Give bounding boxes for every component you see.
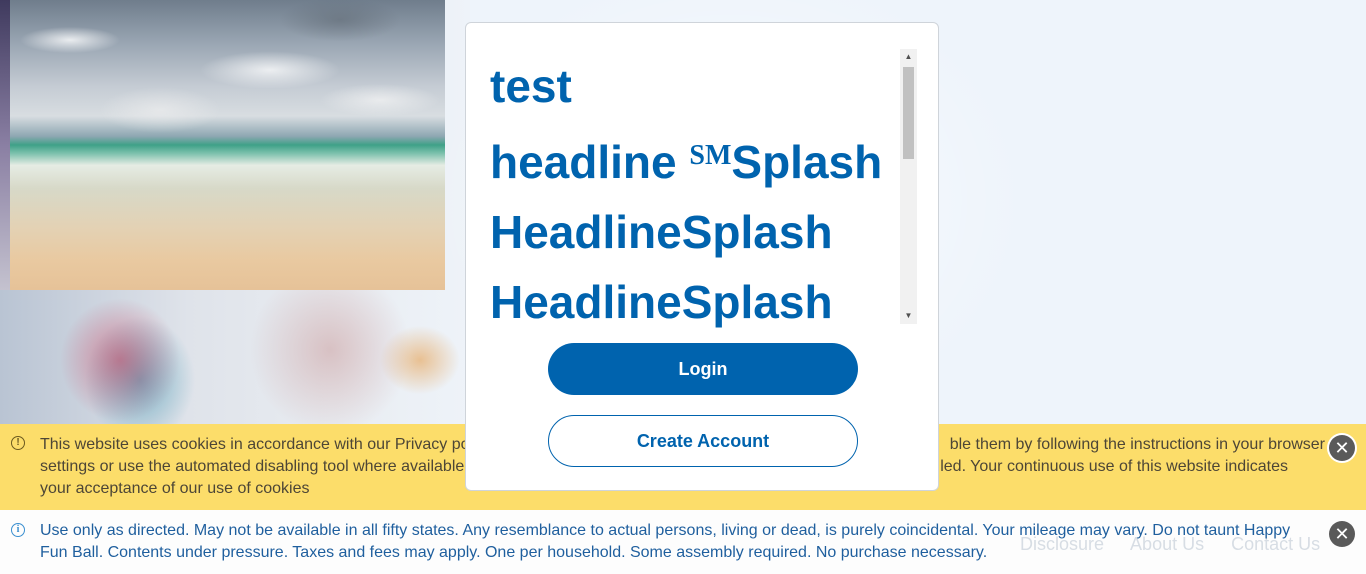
headline-line: HeadlineSplash	[490, 206, 833, 258]
headline-scroll-area[interactable]: test headline SMSplash HeadlineSplash He…	[490, 51, 918, 344]
scroll-thumb[interactable]	[903, 67, 914, 159]
headline-line: HeadlineSplash	[490, 276, 833, 328]
headline-scrollbar[interactable]: ▲ ▼	[900, 49, 917, 324]
splash-modal: test headline SMSplash HeadlineSplash He…	[465, 22, 939, 491]
scroll-up-arrow-icon[interactable]: ▲	[900, 49, 917, 65]
close-icon[interactable]: ✕	[1329, 521, 1355, 547]
headline: test headline SMSplash HeadlineSplash He…	[490, 51, 900, 337]
create-account-button[interactable]: Create Account	[548, 415, 858, 467]
login-button[interactable]: Login	[548, 343, 858, 395]
service-mark: SM	[689, 140, 732, 171]
headline-line: headline SMSplash	[490, 136, 883, 188]
close-icon[interactable]: ✕	[1329, 435, 1355, 461]
beach-image	[10, 0, 445, 290]
info-icon: i	[11, 523, 25, 537]
headline-line: test	[490, 60, 572, 112]
background-edge	[0, 0, 10, 290]
disclaimer-text: Use only as directed. May not be availab…	[40, 522, 1291, 561]
disclaimer-banner: Disclosure About Us Contact Us i Use onl…	[0, 510, 1366, 574]
scroll-down-arrow-icon[interactable]: ▼	[900, 308, 917, 324]
warning-icon: !	[11, 436, 25, 450]
